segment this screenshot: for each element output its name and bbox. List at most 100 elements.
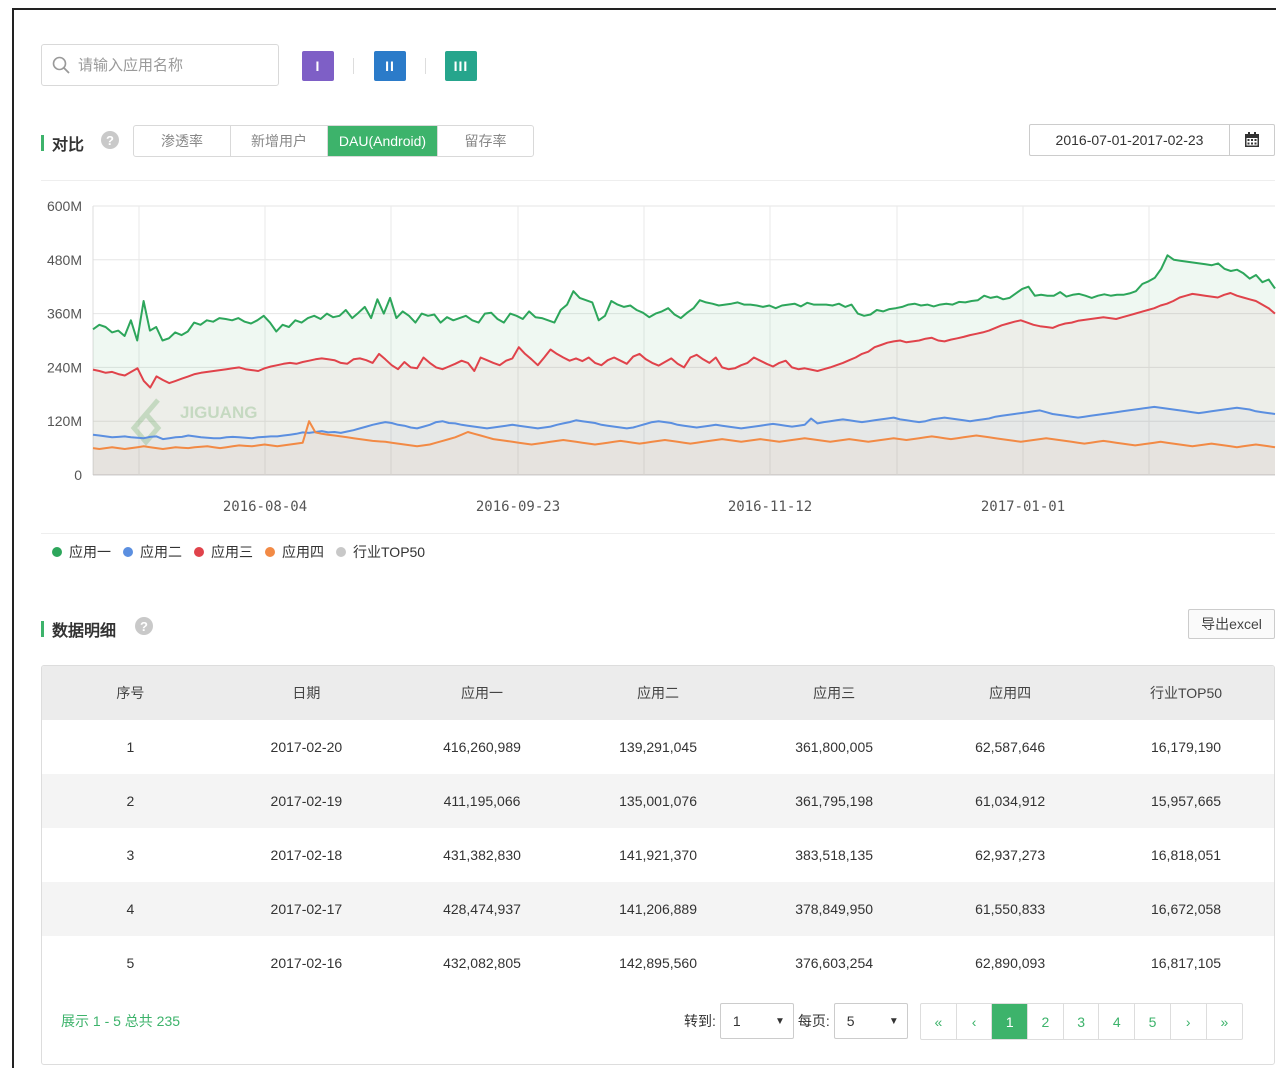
table-row: 3 2017-02-18 431,382,830 141,921,370 383,518…	[42, 828, 1274, 882]
title-accent-bar	[41, 621, 44, 637]
help-icon[interactable]: ?	[135, 617, 153, 635]
tab-1[interactable]: 渗透率	[134, 126, 231, 156]
tab-3[interactable]: DAU(Android)	[328, 126, 438, 156]
per-page-select[interactable]: 5 ▼	[833, 1003, 908, 1039]
compare-title: 对比	[52, 137, 85, 154]
table-cell: 62,937,273	[975, 847, 1046, 863]
export-excel-button[interactable]: 导出excel	[1188, 609, 1275, 639]
table-cell: 2017-02-19	[218, 774, 394, 828]
table-cell: 2017-02-18	[270, 847, 343, 863]
title-accent-bar	[41, 135, 44, 151]
column-header[interactable]: 应用二	[570, 666, 747, 720]
table-cell: 416,260,989	[443, 739, 521, 755]
table-header-row: 序号 日期 应用一 应用二 应用三 应用四 行业TOP50	[42, 666, 1274, 720]
help-icon[interactable]: ?	[101, 131, 119, 149]
legend-label: 应用二	[140, 544, 182, 560]
page-button-1[interactable]: 1	[992, 1004, 1029, 1039]
table-cell: 361,800,005	[795, 739, 874, 755]
table-cell: 432,082,805	[443, 955, 521, 971]
table-cell: 142,895,560	[619, 955, 697, 971]
table-cell: 16,672,058	[1098, 882, 1274, 936]
separator	[353, 58, 354, 74]
goto-page-value: 1	[732, 1013, 741, 1029]
y-tick-label: 600M	[47, 198, 82, 214]
page-button-5[interactable]: 5	[1135, 1004, 1171, 1039]
table-cell: 4	[42, 882, 219, 936]
y-tick-label: 240M	[47, 359, 82, 375]
table-cell: 2017-02-17	[218, 882, 394, 936]
table-cell: 411,195,066	[393, 774, 571, 828]
goto-page-select[interactable]: 1 ▼	[719, 1003, 794, 1039]
table-cell: 16,817,105	[1150, 955, 1222, 971]
x-tick-label: 2016-11-12	[728, 499, 812, 515]
date-range-picker[interactable]: 2016-07-01-2017-02-23	[1029, 124, 1275, 156]
y-tick-label: 480M	[47, 252, 82, 268]
column-header[interactable]: 序号	[42, 666, 219, 720]
table-cell: 141,206,889	[570, 882, 747, 936]
table-cell: 383,518,135	[795, 847, 874, 863]
table-row: 5 2017-02-16 432,082,805 142,895,560 376,603…	[42, 936, 1274, 990]
page-button-4[interactable]: 4	[1099, 1004, 1136, 1039]
tab-2[interactable]: 新增用户	[231, 126, 328, 156]
table-cell: 15,957,665	[1098, 774, 1274, 828]
column-header[interactable]: 应用三	[746, 666, 923, 720]
detail-title: 数据明细	[52, 623, 117, 640]
column-header[interactable]: 应用一	[393, 666, 571, 720]
view-mode-button-1[interactable]: I	[302, 51, 334, 81]
table-cell: 378,849,950	[746, 882, 923, 936]
legend-item[interactable]: 应用二	[123, 542, 182, 562]
page-nav-button[interactable]: «	[921, 1004, 957, 1039]
table-row: 2 2017-02-19 411,195,066 135,001,076 361,795…	[42, 774, 1274, 828]
column-header[interactable]: 应用四	[922, 666, 1099, 720]
date-range-text: 2016-07-01-2017-02-23	[1055, 132, 1204, 148]
goto-label: 转到:	[684, 1013, 716, 1029]
legend-item[interactable]: 应用四	[265, 542, 324, 562]
metric-tabs: 渗透率 新增用户 DAU(Android) 留存率	[133, 125, 534, 157]
table-cell: 3	[126, 847, 135, 863]
x-tick-label: 2016-09-23	[476, 499, 560, 515]
legend-dot-icon	[194, 547, 204, 557]
view-mode-button-2[interactable]: II	[374, 51, 406, 81]
table-cell: 2	[42, 774, 219, 828]
pagination: «‹ 1 2 3 4 5 ›»	[920, 1003, 1244, 1040]
x-tick-label: 2017-01-01	[981, 499, 1065, 515]
legend-item[interactable]: 行业TOP50	[336, 542, 425, 562]
table-cell: 62,587,646	[975, 739, 1046, 755]
legend-dot-icon	[123, 547, 133, 557]
legend-label: 应用三	[211, 544, 253, 560]
pagination-info: 展示 1 - 5 总共 235	[61, 1013, 181, 1029]
search-input[interactable]	[76, 55, 260, 75]
goto-page-control: 转到: 1 ▼ 每页: 5 ▼	[684, 1003, 908, 1039]
table-cell: 61,034,912	[922, 774, 1099, 828]
table-cell: 135,001,076	[570, 774, 747, 828]
page-button-2[interactable]: 2	[1028, 1004, 1064, 1039]
separator	[425, 58, 426, 74]
x-tick-label: 2016-08-04	[223, 499, 307, 515]
column-header[interactable]: 日期	[218, 666, 394, 720]
search-icon	[52, 56, 70, 74]
legend-item[interactable]: 应用一	[52, 542, 111, 562]
page-nav-button[interactable]: »	[1207, 1004, 1243, 1039]
view-mode-button-3[interactable]: III	[445, 51, 477, 81]
page-button-3[interactable]: 3	[1064, 1004, 1100, 1039]
detail-table: 序号 日期 应用一 应用二 应用三 应用四 行业TOP50 1 2017-02-20 416,2…	[42, 666, 1274, 990]
table-cell: 2017-02-16	[270, 955, 343, 971]
table-cell: 376,603,254	[795, 955, 874, 971]
y-tick-label: 360M	[47, 306, 82, 322]
per-page-value: 5	[846, 1013, 855, 1029]
legend-label: 应用一	[69, 544, 111, 560]
tab-4[interactable]: 留存率	[438, 126, 533, 156]
legend-item[interactable]: 应用三	[194, 542, 253, 562]
table-cell: 2017-02-20	[270, 739, 343, 755]
table-cell: 361,795,198	[746, 774, 923, 828]
table-cell: 139,291,045	[619, 739, 697, 755]
calendar-icon[interactable]	[1229, 125, 1274, 155]
table-cell: 62,890,093	[975, 955, 1046, 971]
table-cell: 431,382,830	[443, 847, 521, 863]
divider	[41, 533, 1275, 534]
column-header[interactable]: 行业TOP50	[1098, 666, 1274, 720]
search-box[interactable]	[41, 44, 279, 86]
legend-label: 应用四	[282, 544, 324, 560]
page-nav-button[interactable]: ‹	[957, 1004, 993, 1039]
page-nav-button[interactable]: ›	[1171, 1004, 1207, 1039]
